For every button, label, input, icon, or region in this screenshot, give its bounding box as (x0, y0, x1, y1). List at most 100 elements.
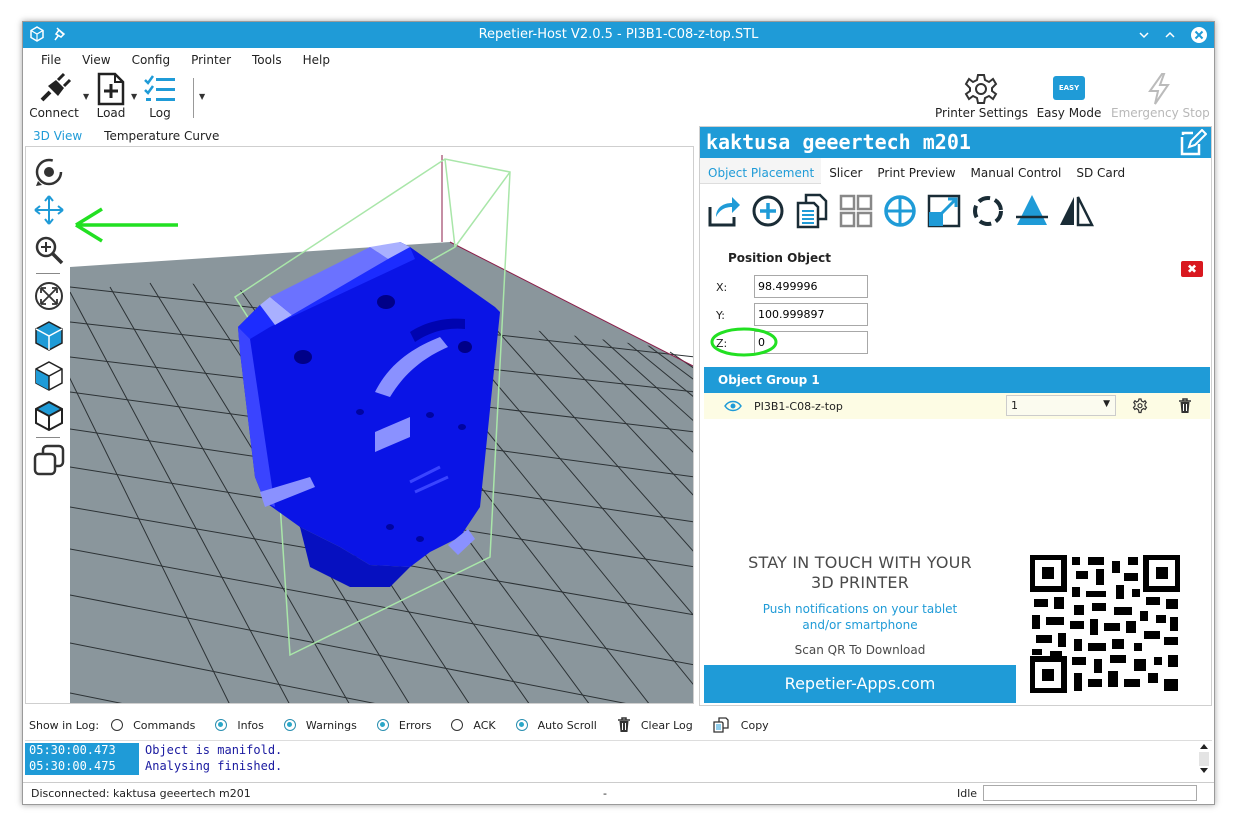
toolbar-overflow-caret[interactable]: ▼ (199, 92, 205, 101)
emergency-stop-button[interactable]: Emergency Stop (1111, 70, 1210, 120)
log-button[interactable]: Log (141, 70, 179, 120)
app-window: Repetier-Host V2.0.5 - PI3B1-C08-z-top.S… (22, 21, 1215, 805)
log-warnings-toggle[interactable]: Warnings (283, 719, 357, 732)
close-window-icon[interactable] (1190, 26, 1208, 44)
right-panel: kaktusa geeertech m201 Object Placement … (699, 126, 1212, 706)
tab-manual-control[interactable]: Manual Control (963, 158, 1069, 184)
object-settings-gear-icon[interactable] (1132, 398, 1148, 414)
tab-print-preview[interactable]: Print Preview (869, 158, 962, 184)
z-position-input[interactable] (754, 331, 868, 354)
view-side-toolbar (26, 147, 70, 703)
chevron-down-icon: ▼ (1103, 399, 1110, 409)
maximize-chevron-icon[interactable] (1164, 29, 1176, 41)
connection-status: Disconnected: kaktusa geeertech m201 (31, 787, 251, 800)
panel-tabs: Object Placement Slicer Print Preview Ma… (700, 158, 1211, 184)
position-object-title: Position Object (728, 251, 832, 265)
add-object-icon[interactable] (750, 193, 786, 229)
object-name: PI3B1-C08-z-top (754, 400, 843, 413)
status-middle: - (603, 787, 607, 800)
center-object-icon[interactable] (882, 193, 918, 229)
object-group-header[interactable]: Object Group 1 (704, 367, 1210, 393)
rotate-view-icon[interactable] (32, 155, 66, 189)
printer-settings-button[interactable]: Printer Settings (935, 70, 1028, 120)
qr-code-icon[interactable] (1030, 555, 1180, 693)
log-scrollbar[interactable] (1198, 741, 1210, 781)
log-errors-toggle[interactable]: Errors (376, 719, 431, 732)
menu-file[interactable]: File (31, 48, 72, 70)
log-autoscroll-label: Auto Scroll (537, 718, 597, 732)
tab-slicer[interactable]: Slicer (821, 158, 869, 184)
menu-config[interactable]: Config (122, 48, 182, 70)
radio-off-icon (451, 719, 464, 731)
y-label: Y: (716, 309, 725, 322)
radio-on-icon (515, 719, 528, 731)
repetier-apps-ad: STAY IN TOUCH WITH YOUR 3D PRINTER Push … (704, 547, 1210, 707)
tab-3d-view[interactable]: 3D View (25, 126, 90, 146)
log-ack-label: ACK (473, 718, 496, 732)
menu-help[interactable]: Help (293, 48, 341, 70)
log-message: Analysing finished. (145, 759, 283, 773)
add-file-icon (97, 72, 125, 106)
log-autoscroll-toggle[interactable]: Auto Scroll (515, 718, 597, 732)
printer-state: Idle (957, 787, 978, 800)
y-position-input[interactable] (754, 303, 868, 326)
title-bar: Repetier-Host V2.0.5 - PI3B1-C08-z-top.S… (23, 22, 1214, 48)
radio-on-icon (215, 719, 228, 731)
copy-log-label: Copy (740, 718, 769, 732)
log-ack-toggle[interactable]: ACK (451, 718, 496, 732)
status-bar: Disconnected: kaktusa geeertech m201 - I… (23, 782, 1214, 804)
copy-icon (713, 717, 729, 733)
ad-headline-2: 3D PRINTER (810, 573, 910, 592)
radio-on-icon (283, 719, 296, 731)
edit-printer-icon[interactable] (1179, 129, 1207, 157)
cut-object-icon[interactable] (1014, 193, 1050, 229)
fit-view-icon[interactable] (32, 279, 66, 313)
copy-log-button[interactable]: Copy (713, 717, 769, 733)
front-view-cube-icon[interactable] (32, 359, 66, 393)
log-commands-toggle[interactable]: Commands (111, 719, 195, 732)
menu-printer[interactable]: Printer (181, 48, 242, 70)
mirror-object-icon[interactable] (1058, 193, 1094, 229)
tab-sd-card[interactable]: SD Card (1068, 158, 1132, 184)
load-button[interactable]: Load (93, 70, 129, 120)
tab-object-placement[interactable]: Object Placement (700, 158, 822, 184)
menu-tools[interactable]: Tools (242, 48, 293, 70)
load-dropdown-caret[interactable]: ▼ (131, 92, 137, 101)
menu-bar: File View Config Printer Tools Help (23, 48, 1214, 70)
log-line: 05:30:00.473 Object is manifold. (25, 743, 1195, 759)
copy-object-icon[interactable] (794, 193, 830, 229)
x-position-input[interactable] (754, 275, 868, 298)
object-copies-icon[interactable] (32, 443, 66, 477)
rotate-object-icon[interactable] (970, 193, 1006, 229)
object-copies-select[interactable]: 1 ▼ (1006, 395, 1116, 416)
trash-icon[interactable] (1178, 398, 1192, 414)
iso-view-cube-icon[interactable] (32, 319, 66, 353)
object-list-item[interactable]: PI3B1-C08-z-top 1 ▼ (704, 393, 1210, 419)
zoom-view-icon[interactable] (32, 233, 66, 267)
log-output[interactable]: 05:30:00.473 Object is manifold. 05:30:0… (25, 740, 1212, 780)
repetier-apps-link[interactable]: Repetier-Apps.com (704, 665, 1016, 703)
menu-view[interactable]: View (72, 48, 121, 70)
close-position-button[interactable]: ✖ (1181, 261, 1203, 277)
window-title: Repetier-Host V2.0.5 - PI3B1-C08-z-top.S… (478, 27, 759, 42)
object-copies-value: 1 (1011, 399, 1018, 412)
3d-viewport[interactable] (25, 146, 694, 704)
lightning-icon (1148, 73, 1170, 105)
minimize-chevron-icon[interactable] (1138, 29, 1150, 41)
log-infos-toggle[interactable]: Infos (215, 719, 264, 732)
log-timestamp: 05:30:00.475 (25, 759, 139, 775)
clear-log-button[interactable]: Clear Log (617, 717, 693, 733)
3d-scene[interactable] (70, 147, 694, 704)
autoplace-grid-icon[interactable] (838, 193, 874, 229)
top-view-cube-icon[interactable] (32, 399, 66, 433)
eye-icon[interactable] (724, 400, 742, 412)
scale-object-icon[interactable] (926, 193, 962, 229)
ad-headline-1: STAY IN TOUCH WITH YOUR (748, 553, 972, 572)
clear-log-label: Clear Log (640, 718, 693, 732)
connect-dropdown-caret[interactable]: ▼ (83, 92, 89, 101)
tab-temperature-curve[interactable]: Temperature Curve (96, 126, 227, 146)
connect-button[interactable]: Connect (29, 70, 79, 120)
move-view-icon[interactable] (32, 193, 66, 227)
export-icon[interactable] (706, 193, 742, 229)
easy-mode-button[interactable]: EASY Easy Mode (1035, 70, 1103, 120)
